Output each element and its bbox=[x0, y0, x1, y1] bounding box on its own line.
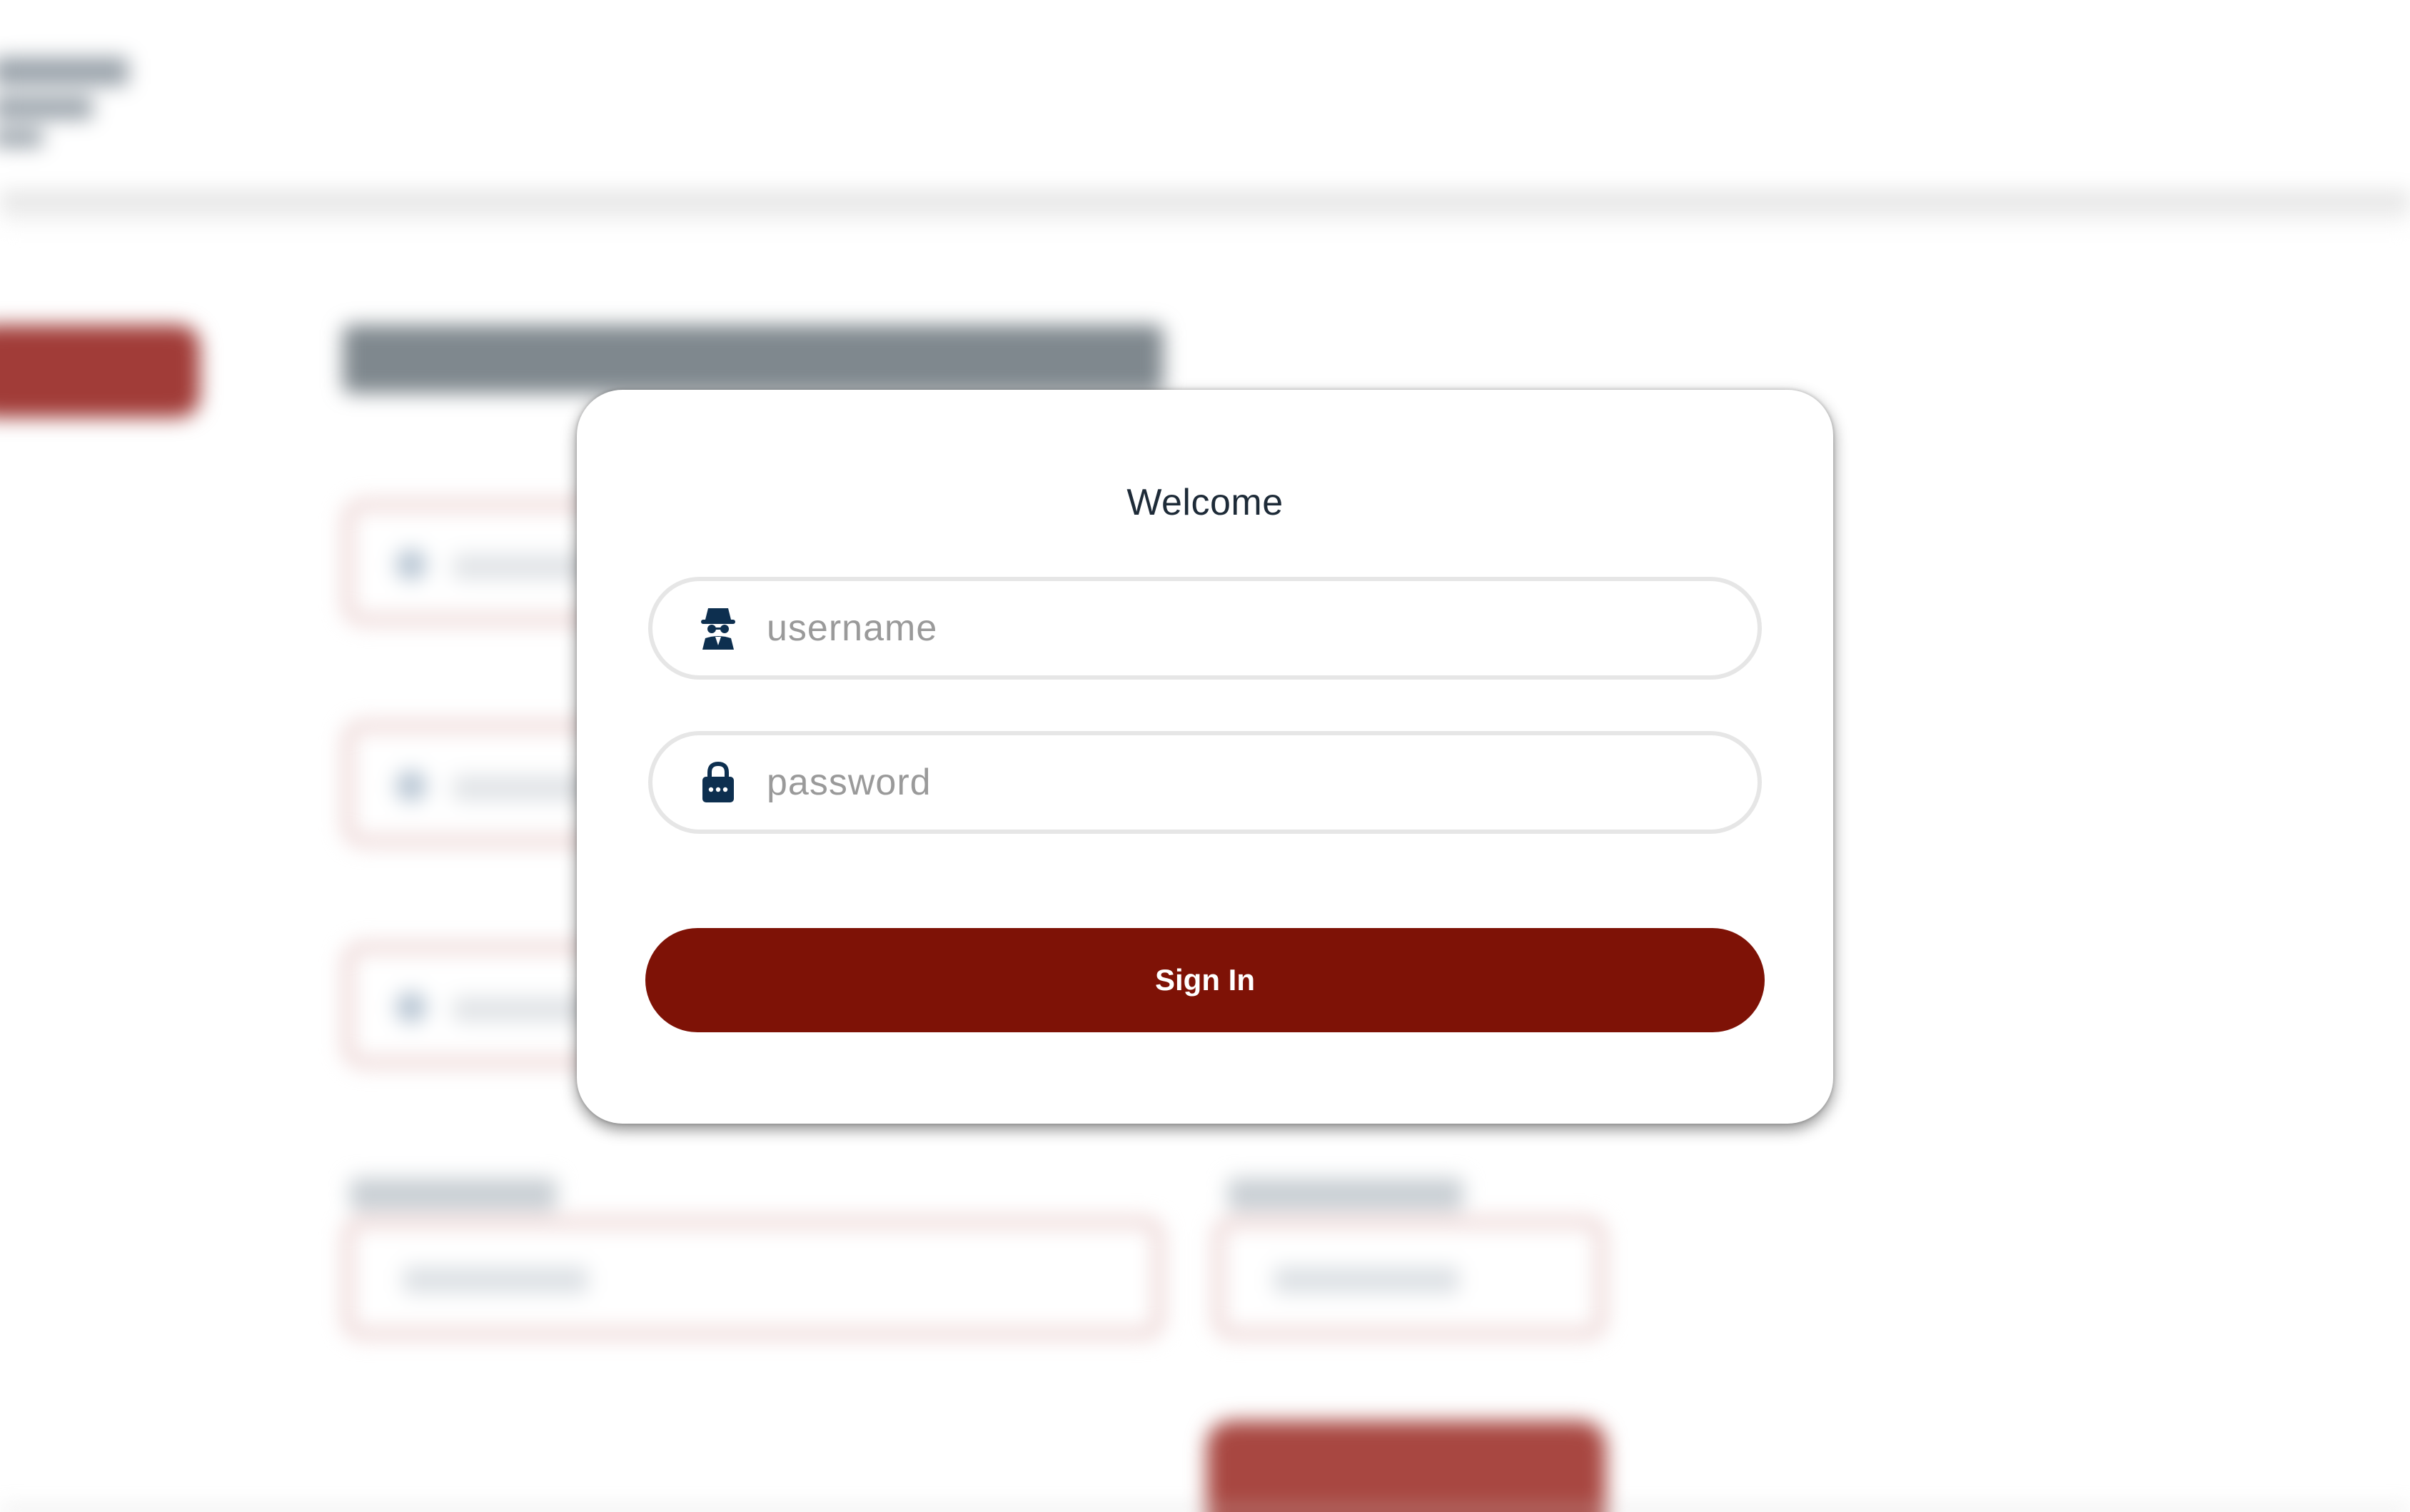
username-field[interactable] bbox=[648, 577, 1762, 680]
spy-user-icon bbox=[698, 605, 738, 651]
background-label bbox=[1228, 1178, 1463, 1211]
background-label bbox=[350, 1178, 557, 1211]
background-select bbox=[343, 1217, 1164, 1339]
background-logo bbox=[0, 57, 128, 86]
password-input[interactable] bbox=[767, 745, 1723, 820]
login-modal: Welcome username Sign In bbox=[577, 390, 1833, 1124]
modal-title: Welcome bbox=[1126, 482, 1284, 523]
background-header bbox=[0, 0, 2410, 193]
background-header-divider bbox=[0, 191, 2410, 228]
lock-icon bbox=[698, 760, 738, 805]
sign-in-button[interactable]: Sign In bbox=[645, 928, 1765, 1032]
password-field[interactable] bbox=[648, 731, 1762, 834]
background-sidebar-button bbox=[0, 325, 200, 418]
username-input[interactable] bbox=[767, 591, 1723, 665]
page: Welcome username Sign In bbox=[0, 0, 2410, 1512]
background-page-title bbox=[343, 325, 1164, 393]
background-submit-button bbox=[1206, 1421, 1606, 1512]
background-select bbox=[1214, 1217, 1606, 1339]
background-bottom-border bbox=[0, 1508, 2410, 1512]
